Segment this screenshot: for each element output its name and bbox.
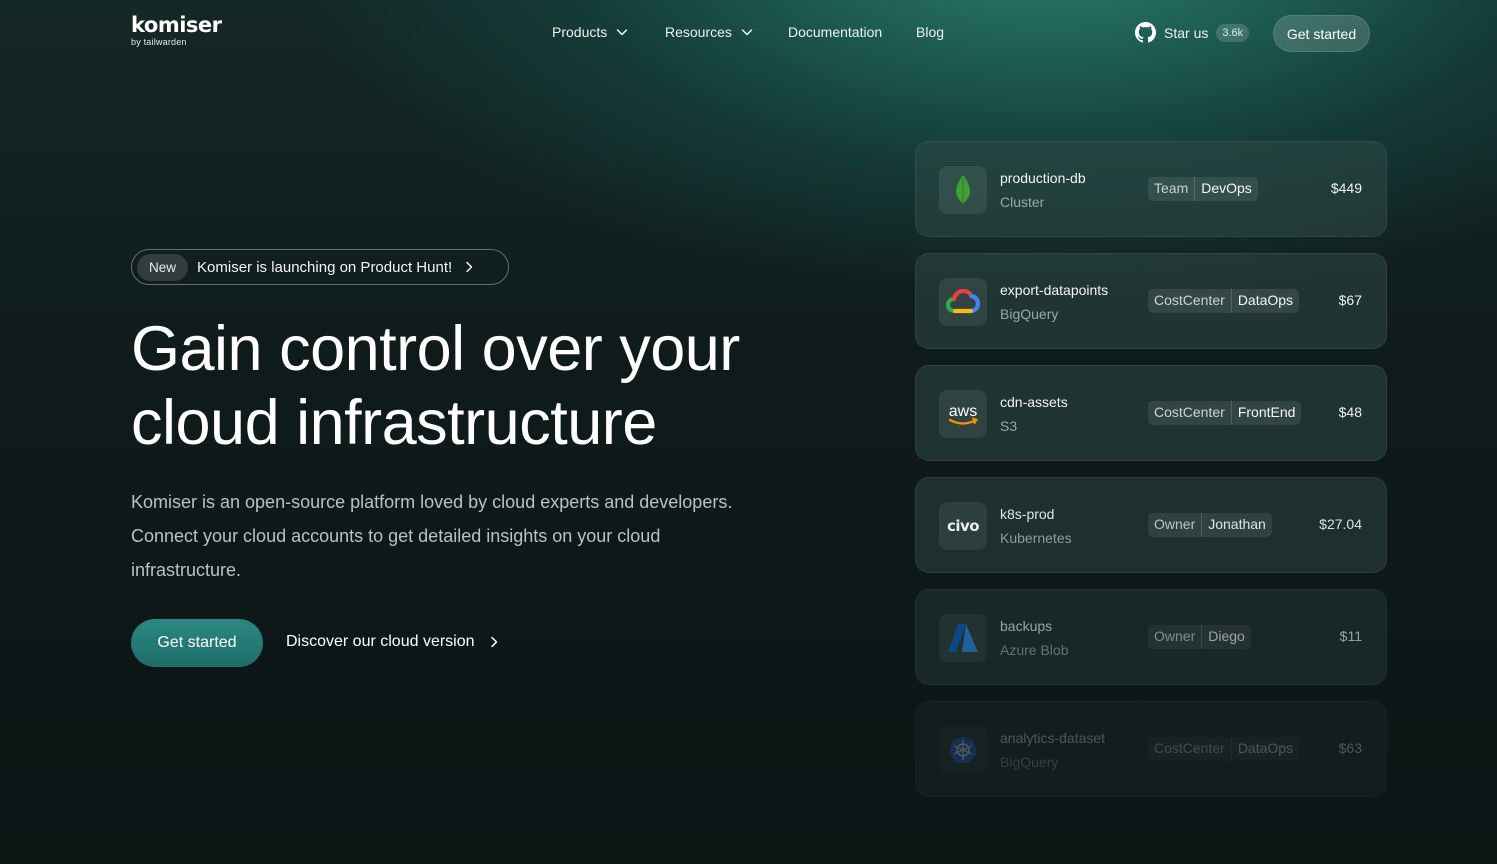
resource-card: aws cdn-assets S3 CostCenter FrontEnd $4… <box>915 365 1387 461</box>
tag-value: FrontEnd <box>1237 404 1296 420</box>
tag-value: DataOps <box>1237 292 1294 308</box>
chevron-down-icon <box>741 29 753 36</box>
resource-type: BigQuery <box>1000 754 1059 770</box>
nav-resources-label: Resources <box>665 24 732 40</box>
resource-type: BigQuery <box>1000 306 1059 322</box>
github-star-link[interactable]: Star us 3.6k <box>1135 22 1250 43</box>
headline-line-2: cloud infrastructure <box>131 388 657 458</box>
nav-blog-label: Blog <box>916 24 945 40</box>
komiser-logo[interactable]: komiser by tailwarden <box>131 14 222 47</box>
nav-resources[interactable]: Resources <box>665 24 754 40</box>
resource-tag: CostCenter DataOps <box>1148 289 1300 313</box>
resource-cost: $63 <box>1338 740 1362 756</box>
civo-icon-text: civo <box>947 517 979 535</box>
resource-cost: $27.04 <box>1319 516 1362 532</box>
tag-value: DevOps <box>1201 180 1252 196</box>
tag-key: CostCenter <box>1148 737 1232 761</box>
tag-key: CostCenter <box>1148 289 1232 313</box>
chevron-right-icon <box>466 261 473 273</box>
tag-key: CostCenter <box>1148 401 1232 425</box>
resource-tag: CostCenter DataOps <box>1148 737 1299 761</box>
aws-icon-text: aws <box>949 403 977 420</box>
tag-key: Owner <box>1148 625 1203 649</box>
tag-key: Team <box>1148 177 1196 201</box>
top-nav: komiser by tailwarden Products Resources… <box>0 0 1497 66</box>
resource-card: civo k8s-prod Kubernetes Owner Jonathan … <box>915 477 1387 573</box>
resource-tag: Owner Diego <box>1148 625 1251 649</box>
resource-cost: $449 <box>1330 180 1362 196</box>
tag-value: DataOps <box>1237 740 1294 756</box>
new-badge: New <box>137 253 189 281</box>
github-star-label: Star us <box>1164 24 1209 41</box>
resource-cost: $67 <box>1338 292 1362 308</box>
announcement-text: Komiser is launching on Product Hunt! <box>197 258 453 276</box>
resource-type: Cluster <box>1000 194 1045 210</box>
aws-icon: aws <box>939 390 987 438</box>
resource-tag: CostCenter FrontEnd <box>1148 401 1302 425</box>
resource-name: k8s-prod <box>1000 506 1055 522</box>
tag-key: Owner <box>1148 513 1203 537</box>
resource-tag: Team DevOps <box>1148 177 1258 201</box>
get-started-button[interactable]: Get started <box>131 619 263 667</box>
chevron-right-icon <box>490 636 497 648</box>
headline-line-1: Gain control over your <box>131 314 740 384</box>
mongodb-icon <box>939 166 987 214</box>
resource-card: export-datapoints BigQuery CostCenter Da… <box>915 253 1387 349</box>
kubernetes-icon <box>939 726 987 774</box>
nav-products[interactable]: Products <box>552 24 629 40</box>
resource-name: production-db <box>1000 170 1086 186</box>
resource-name: backups <box>1000 618 1053 634</box>
resource-name: cdn-assets <box>1000 394 1068 410</box>
resource-card: backups Azure Blob Owner Diego $11 <box>915 589 1387 685</box>
nav-products-label: Products <box>552 24 608 40</box>
civo-icon: civo <box>939 502 987 550</box>
tag-value: Jonathan <box>1208 516 1266 532</box>
azure-icon <box>939 614 987 662</box>
resource-tag: Owner Jonathan <box>1148 513 1272 537</box>
resource-cost: $48 <box>1338 404 1362 420</box>
hero-description: Komiser is an open-source platform loved… <box>131 492 733 580</box>
announcement-pill[interactable]: New Komiser is launching on Product Hunt… <box>131 249 509 285</box>
nav-documentation-label: Documentation <box>788 24 883 40</box>
brand-byline: by tailwarden <box>131 37 187 47</box>
resource-cost: $11 <box>1339 628 1362 644</box>
resource-name: analytics-dataset <box>1000 730 1106 746</box>
github-icon <box>1135 22 1156 43</box>
discover-cloud-label: Discover our cloud version <box>286 633 475 650</box>
resource-card: analytics-dataset BigQuery CostCenter Da… <box>915 701 1387 797</box>
chevron-down-icon <box>617 29 628 36</box>
resource-type: Kubernetes <box>1000 530 1072 546</box>
github-star-count: 3.6k <box>1216 23 1250 42</box>
google-cloud-icon <box>939 278 987 326</box>
resource-name: export-datapoints <box>1000 282 1109 298</box>
nav-documentation[interactable]: Documentation <box>788 24 882 40</box>
tag-value: Diego <box>1208 628 1245 644</box>
discover-cloud-link[interactable]: Discover our cloud version <box>286 633 501 651</box>
resource-type: S3 <box>1000 418 1018 434</box>
nav-blog[interactable]: Blog <box>916 24 944 40</box>
nav-get-started-button[interactable]: Get started <box>1273 15 1370 52</box>
brand-name: komiser <box>131 13 222 37</box>
resource-card: production-db Cluster Team DevOps $449 <box>915 141 1387 237</box>
resource-type: Azure Blob <box>1000 642 1069 658</box>
page-title: Gain control over your cloud infrastruct… <box>131 312 831 460</box>
